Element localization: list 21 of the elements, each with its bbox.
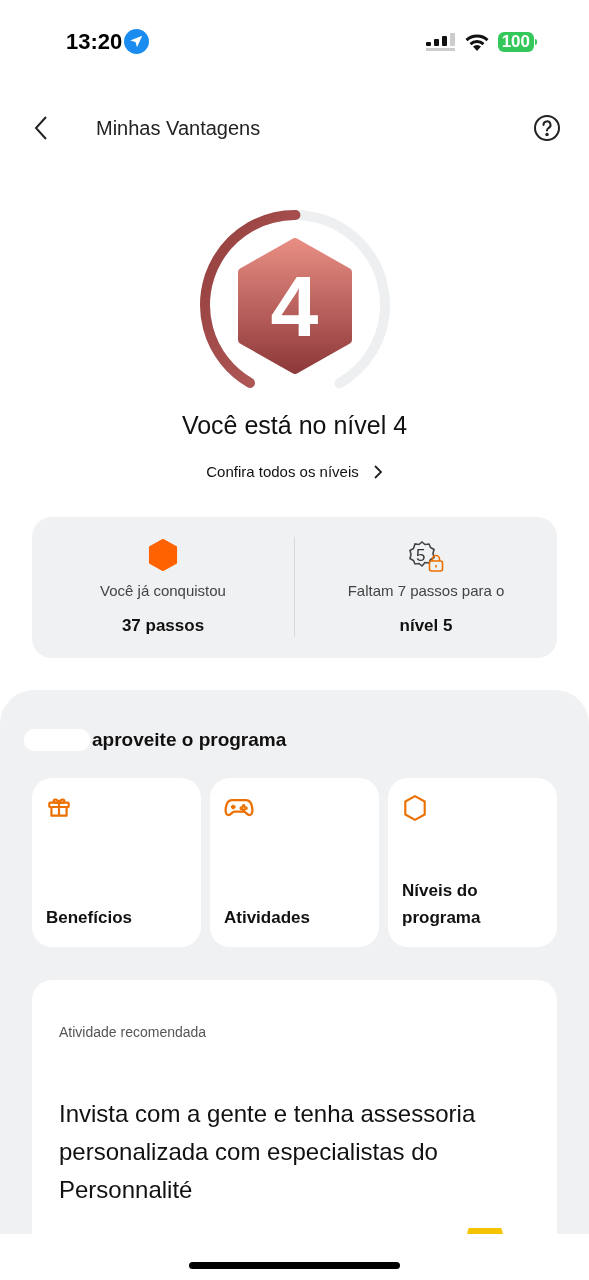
card-caption: Atividade recomendada (59, 1023, 208, 1042)
page-title: Minhas Vantagens (96, 115, 262, 141)
program-tile[interactable]: Atividades (210, 778, 379, 947)
chevron-right-icon (372, 464, 383, 481)
hexagon-icon (147, 538, 179, 573)
section-title: aproveite o programa (92, 727, 287, 752)
steps-value: 37 passos (121, 614, 205, 637)
program-tile[interactable]: Níveis do programa (388, 778, 557, 947)
all-levels-link[interactable]: Confira todos os níveis (206, 460, 383, 484)
signal-icon (425, 32, 456, 51)
location-icon (124, 29, 150, 55)
status-time: 13:20 (66, 28, 123, 57)
steps-label: Faltam 7 passos para o (347, 581, 505, 602)
steps-label: Você já conquistou (100, 581, 226, 602)
battery-level: 100 (497, 31, 534, 52)
program-tile[interactable]: Benefícios (32, 778, 201, 947)
hexagon-icon (402, 794, 428, 822)
help-button[interactable] (533, 113, 561, 142)
card-title: Invista com a gente e tenha assessoria personalizada com especialistas do Personnalité (59, 1099, 477, 1205)
steps-value: nível 5 (399, 614, 453, 637)
level-title: Você está no nível 4 (181, 410, 408, 442)
